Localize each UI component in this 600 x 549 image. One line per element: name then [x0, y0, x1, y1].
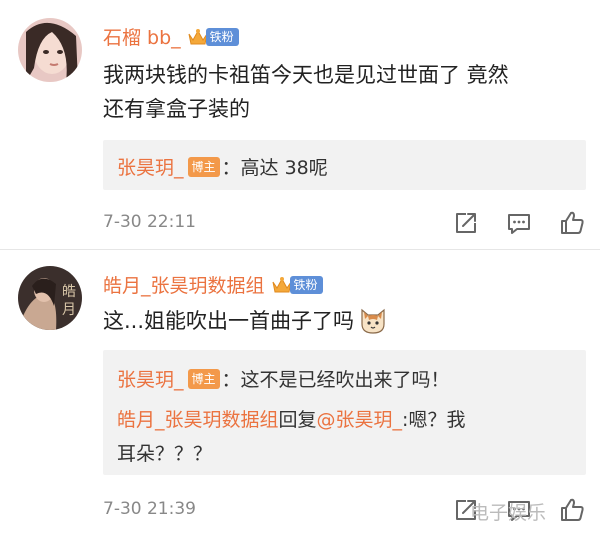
reply-box[interactable]: 张昊玥_ 博主 ：高达 38呢	[103, 140, 586, 190]
reply-author[interactable]: 张昊玥_	[117, 365, 184, 392]
reply-text: :嗯？我	[402, 409, 466, 431]
fan-label: 铁粉	[289, 275, 323, 294]
blogger-badge: 博主	[187, 156, 220, 177]
reply-text: ：高达 38呢	[221, 157, 328, 179]
comment-text-line: 这...姐能吹出一首曲子了吗	[103, 309, 355, 333]
comment-text: 这...姐能吹出一首曲子了吗	[103, 304, 588, 338]
username-text[interactable]: 石榴 bb_	[103, 23, 181, 50]
fan-label: 铁粉	[205, 27, 239, 46]
reply-word: 回复	[278, 409, 317, 431]
like-icon[interactable]	[558, 209, 586, 237]
avatar[interactable]	[18, 18, 82, 82]
blogger-badge: 博主	[187, 368, 220, 389]
reply-text: 耳朵？？？	[117, 443, 213, 465]
username[interactable]: 石榴 bb_ 铁粉	[103, 23, 239, 50]
comment-text-line: 我两块钱的卡祖笛今天也是见过世面了 竟然	[103, 63, 509, 87]
fan-badge: 铁粉	[187, 26, 239, 48]
svg-text:月: 月	[62, 302, 76, 318]
like-icon[interactable]	[558, 496, 586, 524]
svg-text:皓: 皓	[62, 284, 76, 300]
watermark: 电子娱乐	[470, 502, 547, 524]
reply-author[interactable]: 张昊玥_	[117, 153, 184, 180]
reply-line: 皓月_张昊玥数据组 回复 @张昊玥_ :嗯？我	[117, 405, 465, 432]
share-icon[interactable]	[452, 209, 480, 237]
username[interactable]: 皓月_张昊玥数据组 铁粉	[103, 271, 323, 298]
reply-mention[interactable]: @张昊玥_	[317, 405, 403, 432]
comment-icon[interactable]	[505, 209, 533, 237]
comment-actions	[427, 209, 586, 237]
fan-badge: 铁粉	[271, 274, 323, 296]
cat-face-emoji	[358, 306, 388, 336]
timestamp: 7-30 22:11	[103, 212, 196, 232]
reply-line: 张昊玥_ 博主 ：高达 38呢	[117, 153, 328, 180]
avatar[interactable]: 皓 月	[18, 266, 82, 330]
comment-text: 我两块钱的卡祖笛今天也是见过世面了 竟然 还有拿盒子装的	[103, 58, 588, 126]
reply-author[interactable]: 皓月_张昊玥数据组	[117, 405, 279, 432]
comment-card: 石榴 bb_ 铁粉 我两块钱的卡祖笛今天也是见过世面了 竟然 还有拿盒子装的 张…	[0, 0, 600, 249]
reply-line: 耳朵？？？	[117, 439, 212, 466]
username-text[interactable]: 皓月_张昊玥数据组	[103, 271, 265, 298]
reply-line: 张昊玥_ 博主 ：这不是已经吹出来了吗！	[117, 365, 450, 392]
timestamp: 7-30 21:39	[103, 499, 196, 519]
reply-text: ：这不是已经吹出来了吗！	[221, 369, 450, 391]
comment-text-line: 还有拿盒子装的	[103, 97, 250, 121]
reply-box[interactable]: 张昊玥_ 博主 ：这不是已经吹出来了吗！ 皓月_张昊玥数据组 回复 @张昊玥_ …	[103, 350, 586, 475]
